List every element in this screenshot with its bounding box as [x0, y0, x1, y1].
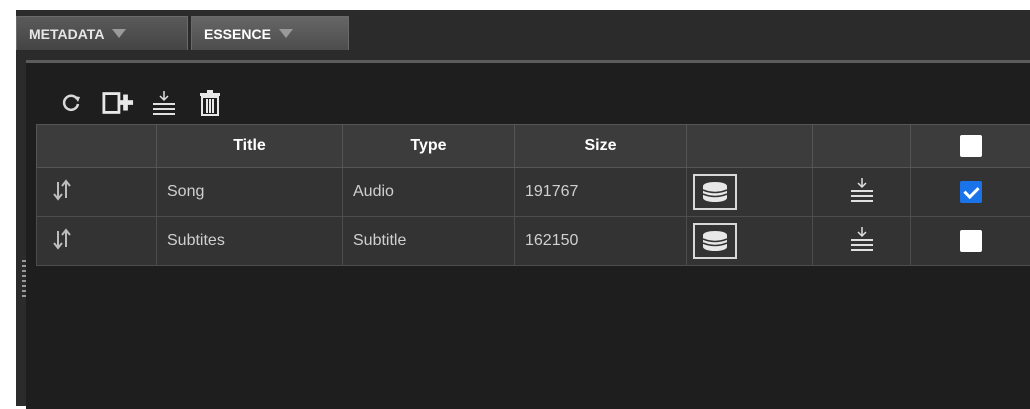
toolbar — [56, 83, 240, 123]
type-cell: Subtitle — [343, 217, 515, 266]
essence-table: Title Type Size — [36, 124, 1030, 266]
select-cell — [911, 217, 1030, 266]
tab-label: ESSENCE — [204, 26, 271, 42]
download-icon[interactable] — [849, 190, 875, 207]
table-row: Song Audio 191767 — [37, 168, 1030, 217]
refresh-icon[interactable] — [56, 87, 88, 119]
tab-bar: METADATA ESSENCE — [16, 10, 1030, 54]
essence-content: Title Type Size — [26, 60, 1030, 409]
row-checkbox[interactable] — [960, 230, 982, 252]
sync-icon[interactable] — [53, 237, 71, 254]
column-header-storage — [687, 125, 813, 168]
column-header-type[interactable]: Type — [343, 125, 515, 168]
size-cell: 162150 — [515, 217, 687, 266]
download-icon[interactable] — [849, 239, 875, 256]
title-cell: Song — [157, 168, 343, 217]
storage-cell — [687, 168, 813, 217]
chevron-down-icon[interactable] — [112, 29, 126, 38]
column-header-download — [813, 125, 911, 168]
select-cell — [911, 168, 1030, 217]
add-file-icon[interactable] — [102, 87, 134, 119]
storage-cell — [687, 217, 813, 266]
essence-panel: METADATA ESSENCE — [16, 10, 1030, 406]
column-header-select — [911, 125, 1030, 168]
database-icon[interactable] — [693, 223, 737, 259]
sync-cell — [37, 168, 157, 217]
column-header-title[interactable]: Title — [157, 125, 343, 168]
chevron-down-icon[interactable] — [279, 29, 293, 38]
download-icon[interactable] — [148, 87, 180, 119]
table-header-row: Title Type Size — [37, 125, 1030, 168]
type-cell: Audio — [343, 168, 515, 217]
download-cell — [813, 217, 911, 266]
select-all-checkbox[interactable] — [960, 135, 982, 157]
title-cell: Subtites — [157, 217, 343, 266]
table-row: Subtites Subtitle 162150 — [37, 217, 1030, 266]
tab-metadata[interactable]: METADATA — [16, 16, 188, 50]
row-checkbox[interactable] — [960, 181, 982, 203]
size-cell: 191767 — [515, 168, 687, 217]
column-header-sync — [37, 125, 157, 168]
database-icon[interactable] — [693, 174, 737, 210]
trash-icon[interactable] — [194, 87, 226, 119]
tab-label: METADATA — [29, 26, 104, 42]
sync-icon[interactable] — [53, 188, 71, 205]
sync-cell — [37, 217, 157, 266]
download-cell — [813, 168, 911, 217]
tab-essence[interactable]: ESSENCE — [191, 16, 349, 50]
column-header-size[interactable]: Size — [515, 125, 687, 168]
